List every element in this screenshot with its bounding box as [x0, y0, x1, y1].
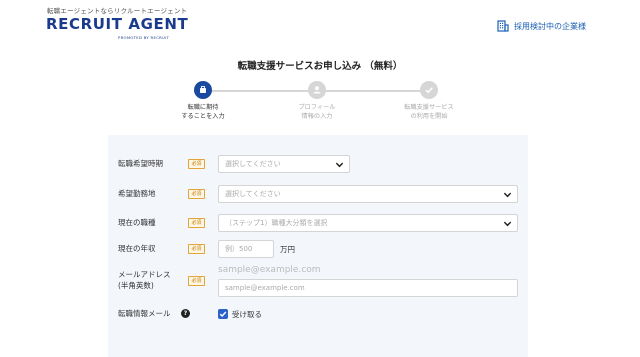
application-form: 転職希望時期 必須 選択してください 希望勤務地 必須 選択してください 現在の… — [108, 135, 528, 357]
email-label: メールアドレス (半角英数) — [118, 270, 171, 290]
income-label: 現在の年収 — [118, 244, 156, 253]
location-label: 希望勤務地 — [118, 189, 156, 198]
job-category-select[interactable]: （ステップ1）職種大分類を選択 — [218, 214, 518, 232]
recruit-agent-logo[interactable]: RECRUIT AGENT — [46, 15, 188, 33]
required-badge: 必須 — [188, 159, 205, 169]
newsletter-checkbox-label[interactable]: 受け取る — [232, 309, 262, 320]
step-1-icon — [194, 81, 212, 99]
required-badge: 必須 — [188, 276, 205, 286]
required-badge: 必須 — [188, 218, 205, 228]
required-badge: 必須 — [188, 189, 205, 199]
step-2-user-icon — [308, 81, 326, 99]
newsletter-checkbox[interactable] — [218, 309, 228, 319]
job-label: 現在の職種 — [118, 218, 156, 227]
location-select[interactable]: 選択してください — [218, 185, 518, 203]
progress-steps: 転職に期待 することを入力 プロフィール 情報の入力 転職支援サービス の利用を… — [170, 81, 470, 123]
help-icon[interactable]: ? — [181, 309, 190, 318]
page-title: 転職支援サービスお申し込み （無料） — [237, 61, 403, 72]
timing-label: 転職希望時期 — [118, 159, 163, 168]
newsletter-label: 転職情報メール — [118, 309, 171, 318]
timing-select[interactable]: 選択してください — [218, 155, 350, 173]
step-3-check-icon — [420, 81, 438, 99]
chevron-down-icon — [503, 221, 512, 227]
site-header: 転職エージェントならリクルートエージェント RECRUIT AGENT PROM… — [0, 0, 640, 48]
corporate-link-label: 採用検討中の企業様 — [514, 21, 586, 31]
check-icon — [219, 311, 227, 317]
step-2: プロフィール 情報の入力 — [277, 81, 357, 121]
income-unit: 万円 — [280, 245, 295, 254]
step-1-label: 転職に期待 することを入力 — [181, 104, 225, 120]
chevron-down-icon — [503, 192, 512, 198]
step-3: 転職支援サービス の利用を開始 — [389, 81, 469, 121]
income-input[interactable]: 例）500 — [218, 240, 274, 258]
required-badge: 必須 — [188, 244, 205, 254]
email-example-text: sample@example.com — [218, 265, 321, 275]
building-icon — [497, 20, 509, 32]
corporate-link[interactable]: 採用検討中の企業様 — [497, 20, 586, 32]
step-3-label: 転職支援サービス の利用を開始 — [404, 104, 454, 120]
step-1: 転職に期待 することを入力 — [163, 81, 243, 121]
email-input[interactable]: sample@example.com — [218, 279, 518, 297]
chevron-down-icon — [335, 162, 344, 168]
logo-subtitle: PROMOTED BY RECRUIT — [118, 35, 170, 40]
tagline: 転職エージェントならリクルートエージェント — [47, 7, 188, 15]
step-2-label: プロフィール 情報の入力 — [298, 104, 336, 120]
